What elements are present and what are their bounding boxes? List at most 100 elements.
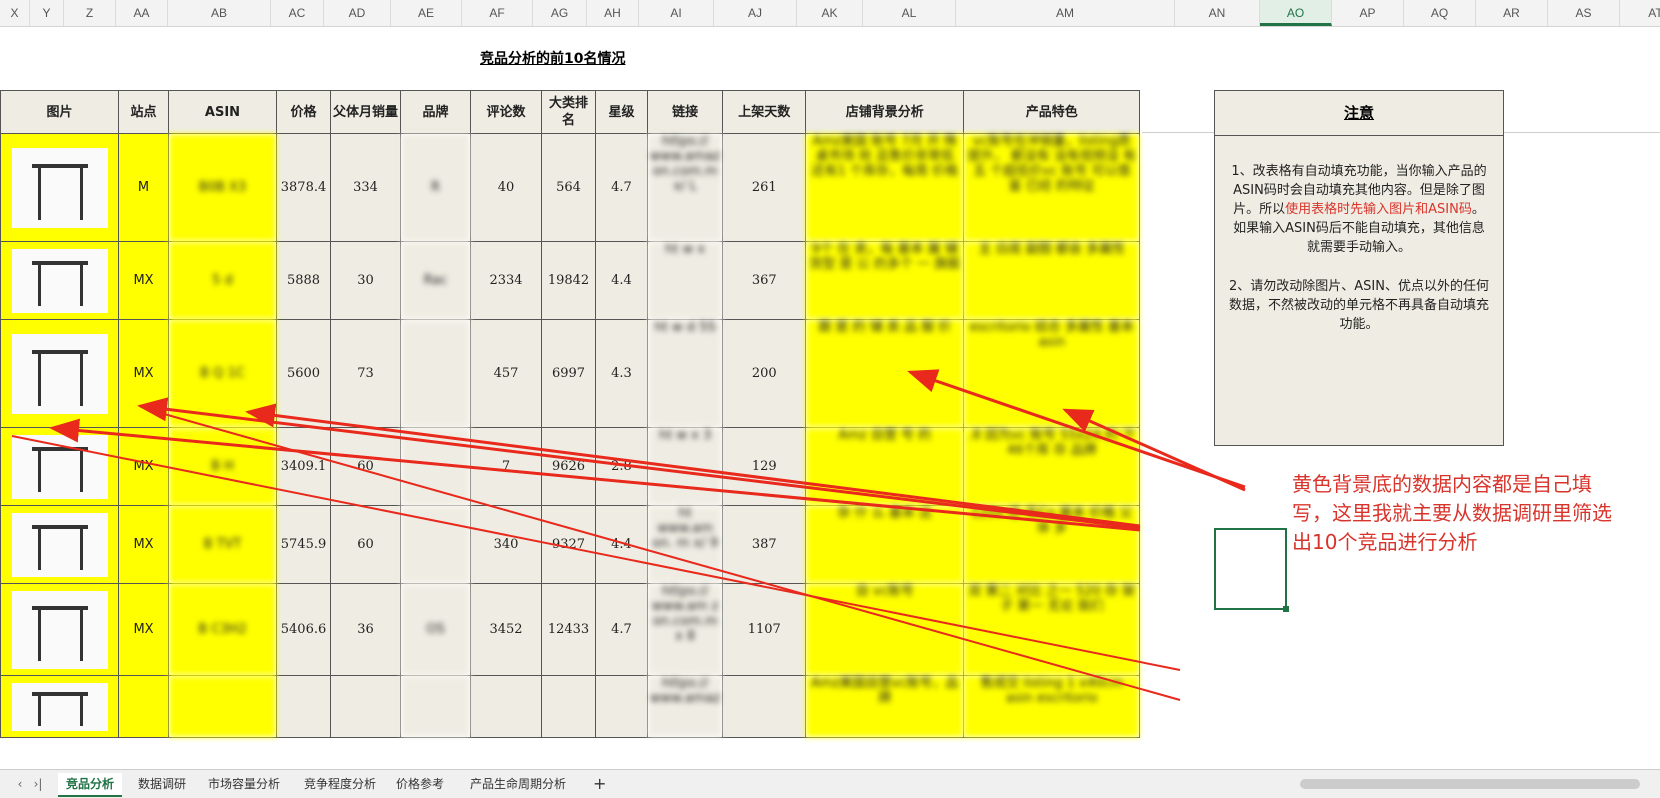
cell-site[interactable]: M [118,133,169,242]
cell-feature[interactable]: .8 因为vc 账号 55x24 的 下46个库 存 品牌 [963,427,1141,506]
cell-site[interactable]: MX [118,241,169,320]
column-header-y[interactable]: Y [30,0,64,26]
column-title[interactable]: 大类排名 [541,90,596,134]
cell-brand[interactable]: R [400,133,471,242]
cell-stars[interactable]: 4.7 [595,133,648,242]
cell-price[interactable]: 3409.1 [276,427,331,506]
column-title[interactable]: 上架天数 [722,90,807,134]
column-title[interactable]: 产品特色 [963,90,1141,134]
cell-reviews[interactable]: 7 [470,427,542,506]
column-title[interactable]: 站点 [118,90,169,134]
cell-reviews[interactable]: 2334 [470,241,542,320]
cell-reviews[interactable]: 40 [470,133,542,242]
column-title[interactable]: 星级 [595,90,648,134]
cell-shop[interactable]: 杂 什 么 基本 这 [805,505,965,584]
cell-rank[interactable]: 12433 [541,583,596,676]
column-header-ac[interactable]: AC [271,0,324,26]
cell-shop[interactable]: Amz美国 账号 7月 开 降桌市场 抢 且售价非常低 还有1 个库存，每周 价… [805,133,965,242]
product-image-cell[interactable] [0,133,119,242]
tab-scroll-left-icon[interactable]: ‹ [12,773,28,795]
column-header-af[interactable]: AF [462,0,533,26]
cell-link[interactable]: ht w x 3 [646,427,724,506]
sheet-tab[interactable]: 市场容量分析 [200,773,288,795]
cell-feature[interactable]: 120x 还 无Co 基本 价格 父体 多 [963,505,1141,584]
cell-reviews[interactable]: 3452 [470,583,542,676]
column-title[interactable]: ASIN [168,90,277,134]
cell-link[interactable]: ht w d 5S [646,319,724,428]
cell-reviews[interactable]: 457 [470,319,542,428]
cell-brand[interactable] [400,427,471,506]
cell-stars[interactable]: 4.4 [595,505,648,584]
cell-asin[interactable]: B Q 1C [168,319,277,428]
column-header-an[interactable]: AN [1175,0,1260,26]
cell-days[interactable]: 1107 [722,583,807,676]
horizontal-scrollbar[interactable] [1300,779,1640,789]
cell-asin[interactable]: B C3H2 [168,583,277,676]
column-header-ap[interactable]: AP [1332,0,1404,26]
column-title[interactable]: 评论数 [470,90,542,134]
cell-asin[interactable]: B0B X3 [168,133,277,242]
cell-brand[interactable]: Rac [400,241,471,320]
cell-link[interactable]: https:// www.amaz on.com.m x/ L [646,133,724,242]
product-image-cell[interactable] [0,241,119,320]
cell-feature[interactable]: escritorio 结合 多属性 基本 asin [963,319,1141,428]
cell-days[interactable]: 200 [722,319,807,428]
column-header-ae[interactable]: AE [391,0,462,26]
product-image-cell[interactable] [0,505,119,584]
column-header-aq[interactable]: AQ [1404,0,1476,26]
column-header-al[interactable]: AL [863,0,956,26]
column-header-ai[interactable]: AI [639,0,714,26]
column-header-ar[interactable]: AR [1476,0,1548,26]
cell-days[interactable]: 387 [722,505,807,584]
cell-sales[interactable]: 60 [330,505,401,584]
cell-feature[interactable]: 主 白底 副图 都会 多属性 [963,241,1141,320]
cell-asin[interactable] [168,675,277,738]
cell-link[interactable]: ht w x [646,241,724,320]
cell-stars[interactable] [595,675,648,738]
column-header-ak[interactable]: AK [797,0,863,26]
column-title[interactable]: 图片 [0,90,119,134]
column-header-aj[interactable]: AJ [714,0,797,26]
cell-sales[interactable]: 60 [330,427,401,506]
cell-sales[interactable] [330,675,401,738]
cell-rank[interactable] [541,675,596,738]
column-title[interactable]: 品牌 [400,90,471,134]
product-image-cell[interactable] [0,583,119,676]
cell-sales[interactable]: 73 [330,319,401,428]
cell-link[interactable]: ht www.am on. m x/ 9 [646,505,724,584]
column-header-aa[interactable]: AA [116,0,168,26]
tab-scroll-end-icon[interactable]: ›| [30,773,46,795]
cell-shop[interactable]: 自 vc账号 [805,583,965,676]
cell-shop[interactable]: Amz美国自营vc账号，品牌 [805,675,965,738]
cell-brand[interactable] [400,319,471,428]
column-header-ab[interactable]: AB [168,0,271,26]
cell-shop[interactable]: 9个 在 卖，每 基本 属 铺货型 是 公 的多个 一 旗舰 [805,241,965,320]
cell-sales[interactable]: 36 [330,583,401,676]
cell-brand[interactable] [400,505,471,584]
cell-site[interactable]: MX [118,427,169,506]
sheet-tab[interactable]: 竞争程度分析 [296,773,384,795]
cell-price[interactable]: 5600 [276,319,331,428]
cell-rank[interactable]: 9327 [541,505,596,584]
column-header-ad[interactable]: AD [324,0,391,26]
column-title[interactable]: 价格 [276,90,331,134]
column-header-ag[interactable]: AG [533,0,587,26]
cell-site[interactable] [118,675,169,738]
column-header-ah[interactable]: AH [587,0,639,26]
selected-cell[interactable] [1214,528,1289,612]
cell-rank[interactable]: 564 [541,133,596,242]
cell-days[interactable] [722,675,807,738]
product-image-cell[interactable] [0,319,119,428]
cell-days[interactable]: 261 [722,133,807,242]
cell-site[interactable]: MX [118,583,169,676]
cell-price[interactable] [276,675,331,738]
column-title[interactable]: 店铺背景分析 [805,90,965,134]
column-header-at[interactable]: AT [1620,0,1660,26]
cell-asin[interactable]: B TVT [168,505,277,584]
cell-rank[interactable]: 6997 [541,319,596,428]
cell-site[interactable]: MX [118,505,169,584]
cell-feature[interactable]: 双 第二 对比 之一 520 存 架子 第一 无论 我们 [963,583,1141,676]
sheet-tab[interactable]: 价格参考 [388,773,452,795]
cell-sales[interactable]: 30 [330,241,401,320]
column-header-x[interactable]: X [0,0,30,26]
